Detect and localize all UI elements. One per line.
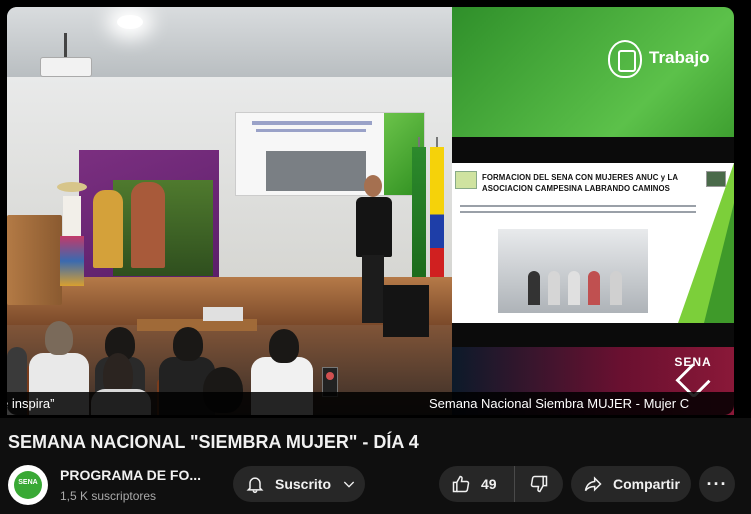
share-arrow-icon bbox=[583, 474, 603, 494]
podium bbox=[7, 215, 62, 305]
video-frame-auditorium bbox=[7, 7, 452, 415]
event-banner bbox=[79, 150, 219, 280]
slide-title: FORMACION DEL SENA CON MUJERES ANUC y LA… bbox=[482, 173, 678, 193]
like-count: 49 bbox=[481, 476, 497, 492]
share-label: Compartir bbox=[613, 476, 680, 492]
share-button[interactable]: Compartir bbox=[571, 466, 691, 502]
thumbs-up-icon bbox=[451, 474, 471, 494]
broadcast-side-panel: Trabajo FORMACION DEL SENA CON MUJERES A… bbox=[452, 7, 734, 415]
sena-logo-icon: SENA bbox=[668, 355, 718, 399]
channel-avatar[interactable]: SENA bbox=[8, 465, 48, 505]
bell-icon bbox=[245, 474, 265, 494]
ministry-header: Trabajo bbox=[452, 7, 734, 137]
slide-body-text bbox=[460, 205, 696, 219]
like-button[interactable]: 49 bbox=[439, 466, 515, 502]
channel-name[interactable]: PROGRAMA DE FO... bbox=[60, 467, 201, 483]
colombia-flag bbox=[430, 147, 444, 282]
video-title: SEMANA NACIONAL "SIEMBRA MUJER" - DÍA 4 bbox=[8, 432, 419, 452]
thumbs-down-icon bbox=[529, 474, 549, 494]
ticker-text-left: e inspira” bbox=[7, 396, 55, 411]
like-dislike-group: 49 bbox=[439, 466, 563, 502]
anuc-logo-icon bbox=[455, 171, 477, 189]
subscriber-count: 1,5 K suscriptores bbox=[60, 489, 157, 503]
subscribe-label: Suscrito bbox=[275, 476, 332, 492]
subscribe-button[interactable]: Suscrito bbox=[233, 466, 365, 502]
green-flag bbox=[412, 147, 426, 282]
presentation-slide: FORMACION DEL SENA CON MUJERES ANUC y LA… bbox=[452, 163, 734, 323]
projector bbox=[40, 57, 92, 77]
slide-photo bbox=[498, 229, 648, 313]
chevron-down-icon bbox=[341, 476, 357, 492]
ticker-text-right: Semana Nacional Siembra MUJER - Mujer C bbox=[429, 396, 690, 411]
projection-screen bbox=[235, 112, 425, 196]
video-player[interactable]: Trabajo FORMACION DEL SENA CON MUJERES A… bbox=[0, 0, 751, 418]
news-ticker: e inspira” Semana Nacional Siembra MUJER… bbox=[7, 392, 734, 415]
coat-of-arms-icon bbox=[608, 40, 642, 78]
dislike-button[interactable] bbox=[515, 466, 563, 502]
more-actions-button[interactable]: ··· bbox=[699, 466, 735, 502]
ceiling-light bbox=[117, 15, 143, 29]
projector-mount bbox=[64, 33, 67, 59]
avatar-label: SENA bbox=[18, 479, 38, 486]
woman-at-podium bbox=[57, 182, 87, 292]
more-horizontal-icon: ··· bbox=[706, 473, 728, 494]
ministry-label: Trabajo bbox=[649, 48, 710, 67]
laptop bbox=[203, 307, 243, 321]
